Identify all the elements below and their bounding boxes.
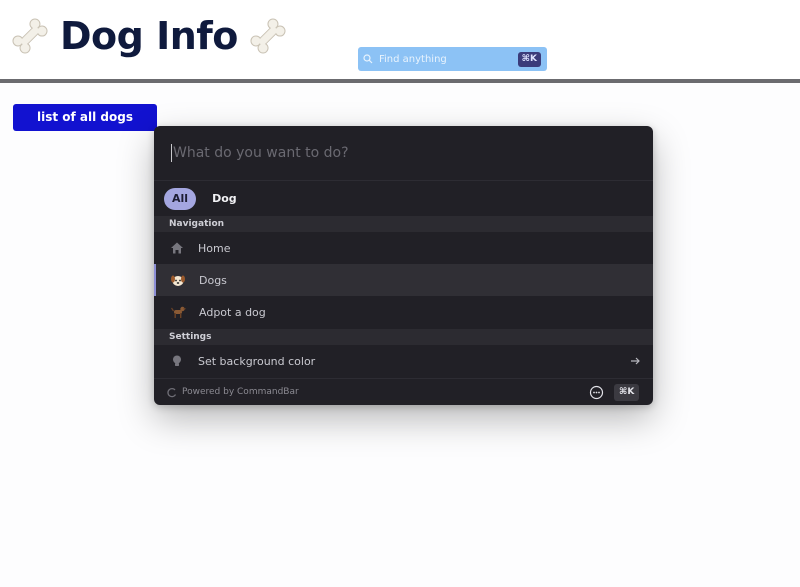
lightbulb-icon	[173, 355, 181, 366]
palette-footer: Powered by CommandBar ⌘K	[154, 378, 653, 405]
bone-icon	[12, 18, 48, 54]
palette-shortcut-badge: ⌘K	[614, 384, 640, 401]
category-tabs: All Dog	[164, 188, 245, 210]
command-item-label: Dogs	[199, 273, 227, 287]
header-divider	[0, 79, 800, 83]
dog-icon	[171, 306, 186, 318]
page-title-text: Dog Info	[60, 14, 238, 58]
command-item-label: Adpot a dog	[199, 305, 266, 319]
powered-by-text[interactable]: Powered by CommandBar	[182, 387, 299, 397]
bone-icon	[250, 18, 286, 54]
command-item-set-background-color[interactable]: Set background color	[154, 345, 653, 377]
tab-all[interactable]: All	[164, 188, 197, 210]
dog-face-icon	[171, 275, 185, 286]
page-header: Dog Info Find anything ⌘K	[0, 0, 800, 80]
command-input[interactable]	[173, 145, 573, 161]
section-header-navigation: Navigation	[154, 216, 653, 232]
text-caret	[171, 144, 172, 162]
command-item-adopt-a-dog[interactable]: Adpot a dog	[154, 296, 653, 328]
search-shortcut-badge: ⌘K	[517, 51, 541, 67]
command-item-dogs[interactable]: Dogs	[154, 264, 653, 296]
section-header-settings: Settings	[154, 329, 653, 345]
commandbar-logo-icon	[167, 387, 177, 397]
command-palette: All Dog Navigation Home Dogs Adpot a do	[154, 126, 653, 405]
command-input-wrapper	[154, 126, 653, 181]
chat-bubble-icon[interactable]	[589, 385, 604, 400]
arrow-right-icon	[631, 357, 640, 365]
command-item-label: Set background color	[198, 354, 316, 368]
home-icon	[171, 242, 183, 254]
page-title: Dog Info	[10, 12, 288, 60]
search-icon	[363, 54, 373, 64]
search-placeholder: Find anything	[379, 53, 447, 65]
search-launcher[interactable]: Find anything ⌘K	[358, 47, 547, 71]
command-item-home[interactable]: Home	[154, 232, 653, 264]
command-item-label: Home	[198, 241, 231, 255]
tab-dog[interactable]: Dog	[204, 188, 245, 210]
list-all-dogs-button[interactable]: list of all dogs	[13, 104, 157, 131]
